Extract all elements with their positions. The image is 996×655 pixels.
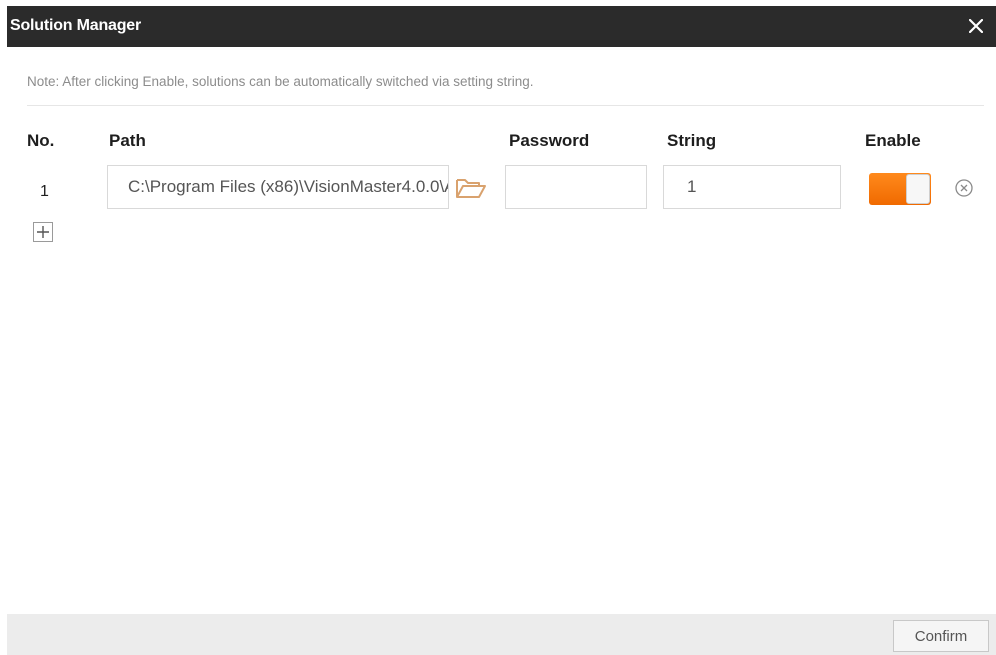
- dialog-title: Solution Manager: [10, 17, 142, 34]
- plus-icon: [37, 226, 49, 238]
- path-input[interactable]: [107, 165, 449, 209]
- column-header-password: Password: [509, 131, 590, 150]
- column-header-no: No.: [27, 131, 55, 150]
- footer-bar: Confirm: [7, 614, 996, 655]
- toggle-knob: [906, 174, 930, 204]
- title-bar: Solution Manager: [7, 6, 996, 47]
- note-text: Note: After clicking Enable, solutions c…: [27, 74, 534, 89]
- column-header-enable: Enable: [865, 131, 921, 150]
- column-header-string: String: [667, 131, 717, 150]
- row-number: 1: [40, 183, 49, 200]
- password-input[interactable]: [505, 165, 647, 209]
- divider: [27, 105, 984, 106]
- column-header-path: Path: [109, 131, 146, 150]
- confirm-button[interactable]: Confirm: [893, 620, 989, 652]
- close-icon: [969, 19, 983, 33]
- close-button[interactable]: [962, 12, 990, 40]
- folder-open-icon[interactable]: [455, 176, 487, 200]
- solution-manager-dialog: Solution Manager Note: After clicking En…: [7, 6, 996, 655]
- add-row-button[interactable]: [33, 222, 53, 242]
- string-input[interactable]: [663, 165, 841, 209]
- remove-circle-icon[interactable]: [954, 178, 974, 198]
- enable-toggle[interactable]: [869, 173, 931, 205]
